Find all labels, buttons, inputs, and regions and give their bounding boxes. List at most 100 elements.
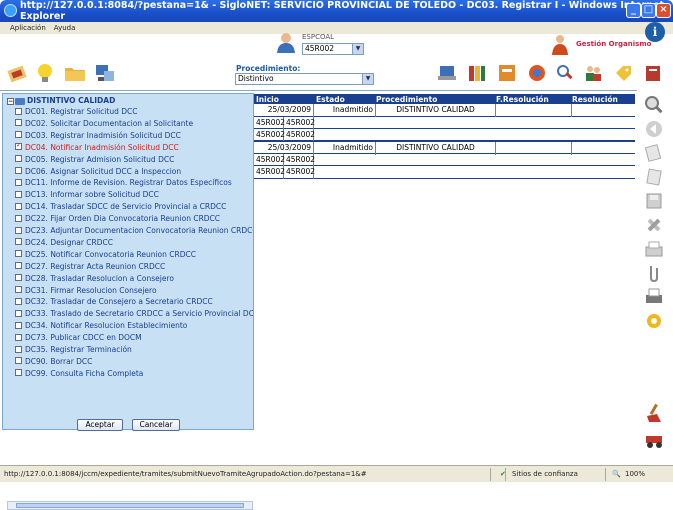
cell-fresolucion [496, 104, 572, 117]
tree-item[interactable]: DC14. Trasladar SDCC de Servicio Provinc… [15, 202, 253, 211]
tree-item[interactable]: DC90. Borrar DCC [15, 357, 253, 366]
tree-item-checkbox[interactable] [15, 333, 22, 341]
table-row[interactable]: 45R002 45R002 [254, 117, 635, 130]
laptop-icon[interactable] [436, 62, 458, 84]
computer-icon[interactable] [94, 62, 116, 84]
tree-item-checkbox[interactable] [15, 262, 22, 270]
tree-item[interactable]: DC33. Traslado de Secretario CRDCC a Ser… [15, 309, 253, 318]
esp-label: ESPCOAL [302, 33, 335, 41]
tree-item-checkbox[interactable] [15, 369, 22, 377]
tree-item[interactable]: DC28. Trasladar Resolucion a Consejero [15, 274, 253, 283]
exit-book-icon[interactable] [642, 62, 664, 84]
tree-item[interactable]: DC05. Registrar Admision Solicitud DCC [15, 155, 253, 164]
tree-item-checkbox[interactable] [15, 155, 22, 163]
papers-icon[interactable] [643, 166, 665, 188]
horizontal-scrollbar[interactable] [7, 501, 253, 510]
tree-item-checkbox[interactable] [15, 309, 22, 317]
tree-item[interactable]: DC27. Registrar Acta Reunion CRDCC [15, 262, 253, 271]
tree-item-checkbox[interactable] [15, 214, 22, 222]
zoom-level[interactable]: 100% [625, 470, 645, 478]
tree-item-checkbox[interactable] [15, 250, 22, 258]
tree-item[interactable]: DC24. Designar CRDCC [15, 238, 253, 247]
procedimiento-select[interactable]: Distintivo ▼ [235, 73, 374, 85]
tree-item-checkbox[interactable] [15, 226, 22, 234]
tree-item-checkbox[interactable] [15, 297, 22, 305]
gestion-organismo-icon[interactable] [549, 33, 571, 55]
tree-item[interactable]: DC23. Adjuntar Documentacion Convocatori… [15, 226, 253, 235]
tree-item-checkbox[interactable] [15, 178, 22, 186]
tree-item[interactable]: DC06. Asignar Solicitud DCC a Inspeccion [15, 167, 253, 176]
tree-item[interactable]: DC25. Notificar Convocatoria Reunion CRD… [15, 250, 253, 259]
tree-item-checkbox[interactable] [15, 119, 22, 127]
tree-item[interactable]: DC03. Registrar Inadmisión Solicitud DCC [15, 131, 253, 140]
tree-item-label: DC03. Registrar Inadmisión Solicitud DCC [25, 130, 181, 140]
archive-icon[interactable] [496, 62, 518, 84]
tree-item-label: DC28. Trasladar Resolucion a Consejero [25, 273, 174, 283]
tree-item-checkbox[interactable] [15, 345, 22, 353]
header-inicio: Inicio [256, 95, 279, 104]
tag-icon[interactable] [612, 62, 634, 84]
tree-item-checkbox[interactable] [15, 131, 22, 139]
esp-select[interactable]: 45R002 ▼ [302, 43, 364, 55]
lightbulb-icon[interactable] [34, 62, 56, 84]
tree-item[interactable]: DC32. Trasladar de Consejero a Secretari… [15, 297, 253, 306]
collapse-icon[interactable]: − [7, 97, 14, 105]
tree-item[interactable]: DC02. Solicitar Documentacion al Solicit… [15, 119, 253, 128]
tree-item[interactable]: DC22. Fijar Orden Dia Convocatoria Reuni… [15, 214, 253, 223]
gestion-organismo-label[interactable]: Gestión Organismo [576, 40, 651, 48]
tree-item-checkbox[interactable] [15, 321, 22, 329]
folder-icon[interactable] [64, 62, 86, 84]
tools-icon[interactable] [643, 214, 665, 236]
tree-item-checkbox[interactable] [15, 286, 22, 293]
tree-item-checkbox[interactable] [15, 202, 22, 210]
tree-item-checkbox[interactable] [15, 274, 22, 282]
tree-item-checkbox[interactable] [15, 167, 22, 174]
tree-item-checkbox[interactable] [15, 107, 22, 115]
accept-button[interactable]: Aceptar [77, 419, 123, 431]
fax-icon[interactable] [643, 238, 665, 260]
close-button[interactable]: × [656, 3, 671, 18]
tree-item[interactable]: DC99. Consulta Ficha Completa [15, 369, 253, 378]
info-icon[interactable]: i [645, 22, 665, 42]
gear-icon[interactable] [643, 310, 665, 332]
table-row[interactable]: 25/03/2009 Inadmitido DISTINTIVO CALIDAD [254, 141, 635, 155]
tree-item[interactable]: DC34. Notificar Resolucion Establecimien… [15, 321, 253, 330]
table-row[interactable]: 45R002 45R002 [254, 154, 635, 167]
tree-item[interactable]: DC13. Informar sobre Solicitud DCC [15, 190, 253, 199]
tree-item-checkbox[interactable] [15, 357, 22, 365]
paperclip-icon[interactable] [643, 262, 665, 284]
table-row[interactable]: 25/03/2009 Inadmitido DISTINTIVO CALIDAD [254, 104, 635, 117]
tree-item-checkbox[interactable] [15, 190, 22, 198]
stamp-icon[interactable] [6, 62, 28, 84]
tree-item[interactable]: DC35. Registrar Terminación [15, 345, 253, 354]
table-row[interactable]: 45R002 45R002 [254, 166, 635, 179]
table-row[interactable]: 45R002 45R002 [254, 129, 635, 142]
scrollbar-thumb[interactable] [16, 503, 244, 508]
books-icon[interactable] [466, 62, 488, 84]
broom-icon[interactable] [643, 402, 665, 424]
tree-item[interactable]: DC11. Informe de Revision. Registrar Dat… [15, 178, 253, 187]
vehicle-icon[interactable] [643, 428, 665, 450]
tree-item[interactable]: DC31. Firmar Resolucion Consejero [15, 286, 253, 295]
search-tools-icon[interactable] [554, 62, 576, 84]
tree-item[interactable]: DC04. Notificar Inadmisión Solicitud DCC [15, 143, 253, 152]
tree-root-label: DISTINTIVO CALIDAD [27, 96, 116, 105]
maximize-button[interactable]: □ [641, 3, 656, 18]
printer-icon[interactable] [643, 286, 665, 308]
tree-item-checkbox[interactable] [15, 238, 22, 246]
minimize-button[interactable]: _ [626, 3, 641, 18]
documents-icon[interactable] [643, 142, 665, 164]
tree-item[interactable]: DC01. Registrar Solicitud DCC [15, 107, 253, 116]
cancel-button[interactable]: Cancelar [132, 419, 180, 431]
globe-icon[interactable] [526, 62, 548, 84]
disk-icon[interactable] [643, 190, 665, 212]
tree-root[interactable]: − DISTINTIVO CALIDAD [7, 96, 115, 105]
tree-item-checkbox[interactable] [15, 143, 22, 151]
users-icon[interactable] [582, 62, 604, 84]
tree-item[interactable]: DC73. Publicar CDCC en DOCM [15, 333, 253, 342]
status-divider [490, 468, 491, 481]
magnifier-icon[interactable] [643, 94, 665, 116]
menu-ayuda[interactable]: Ayuda [54, 24, 76, 32]
menu-aplicacion[interactable]: Aplicación [10, 24, 46, 32]
back-icon[interactable] [643, 118, 665, 140]
